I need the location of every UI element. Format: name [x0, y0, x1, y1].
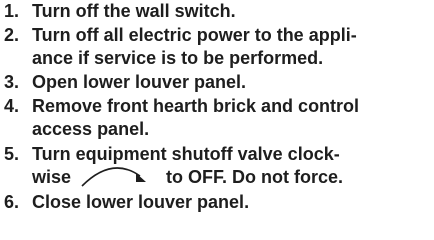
step-text: Remove front hearth brick and control [32, 96, 360, 116]
step-text: Turn off the wall switch. [32, 1, 236, 21]
step-number: 6. [4, 192, 20, 212]
step-number: 4. [4, 96, 20, 116]
step-text: ance if service is to be performed. [32, 48, 324, 68]
step-text: wise [32, 167, 72, 187]
step-text: Turn off all electric power to the appli… [32, 25, 357, 45]
step-text: access panel. [32, 119, 150, 139]
step-number: 2. [4, 25, 20, 45]
step-text: Open lower louver panel. [32, 72, 247, 92]
step-number: 5. [4, 144, 20, 164]
step-number: 3. [4, 72, 20, 92]
step-number: 1. [4, 1, 20, 21]
step-text: Close lower louver panel. [32, 192, 250, 212]
clockwise-arrow-icon [81, 167, 146, 187]
step-text: to OFF. Do not force. [166, 167, 343, 187]
